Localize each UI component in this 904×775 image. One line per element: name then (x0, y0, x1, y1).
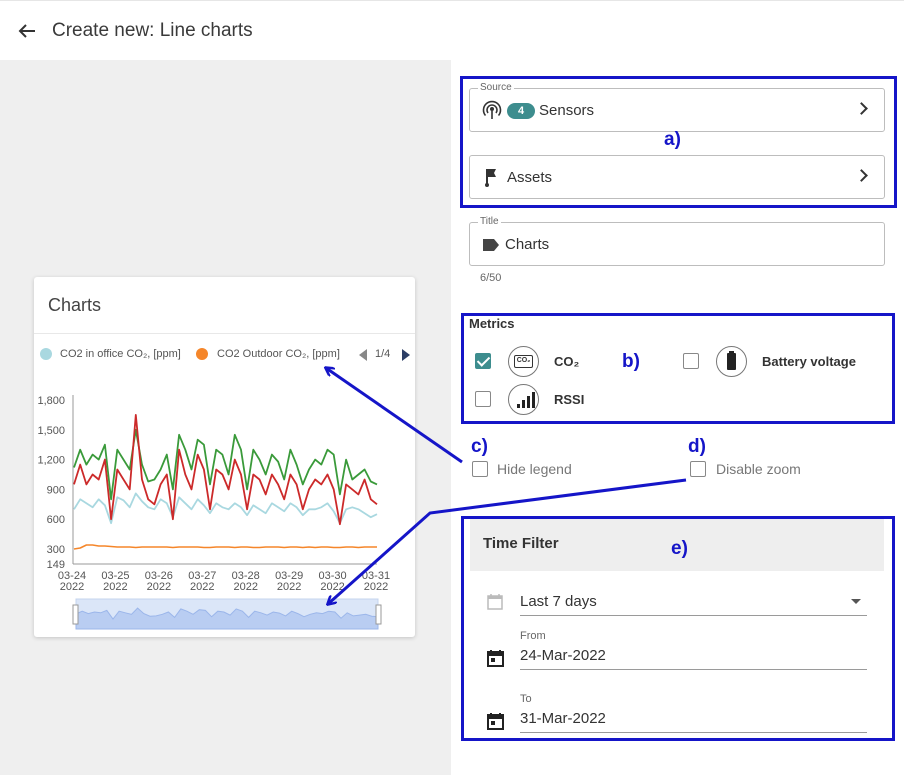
annotation-arrow-c (326, 368, 463, 464)
annotation-arrows (0, 0, 687, 775)
annotation-arrow-d (328, 478, 687, 604)
